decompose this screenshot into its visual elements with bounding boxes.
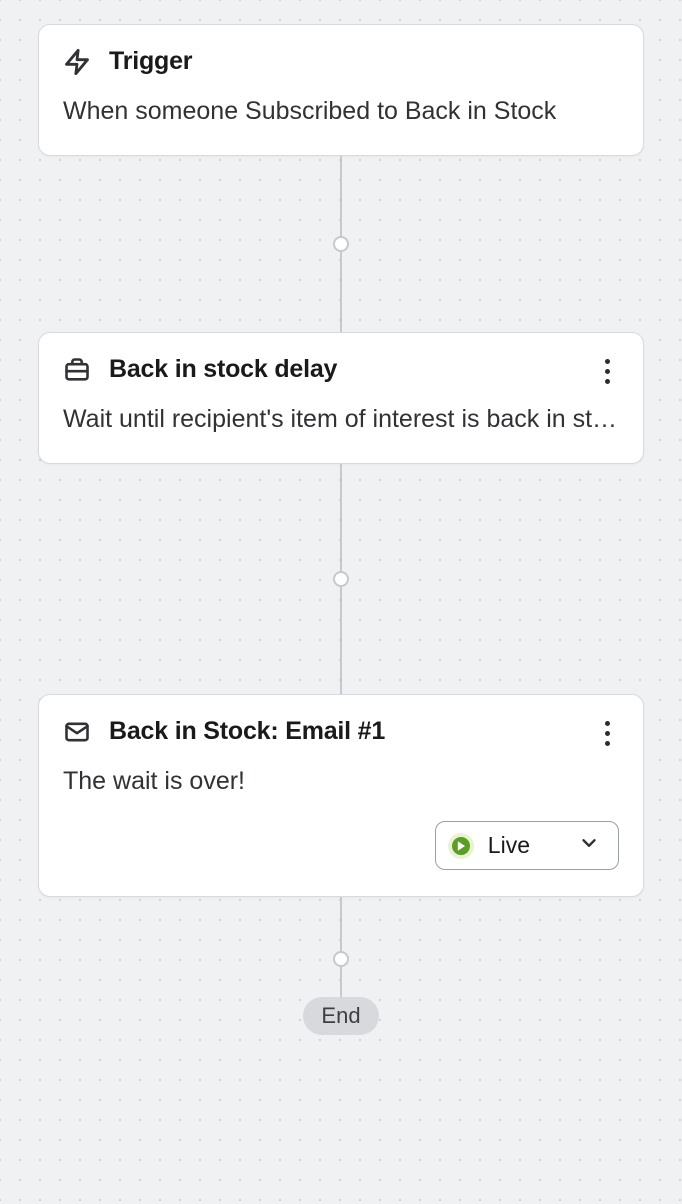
- lightning-icon: [63, 48, 91, 76]
- status-row: Live: [63, 821, 619, 870]
- trigger-description: When someone Subscribed to Back in Stock: [63, 94, 619, 129]
- connector: [340, 464, 342, 694]
- kebab-icon: [605, 359, 610, 384]
- connector-node[interactable]: [333, 951, 349, 967]
- card-header: Back in Stock: Email #1: [63, 717, 619, 746]
- kebab-icon: [605, 721, 610, 746]
- card-header: Back in stock delay: [63, 355, 619, 384]
- status-dropdown[interactable]: Live: [435, 821, 619, 870]
- more-options-button[interactable]: [591, 355, 623, 387]
- more-options-button[interactable]: [591, 717, 623, 749]
- end-node: End: [303, 997, 378, 1035]
- email-card[interactable]: Back in Stock: Email #1 The wait is over…: [38, 694, 644, 897]
- email-title: Back in Stock: Email #1: [109, 717, 385, 746]
- status-label: Live: [488, 832, 530, 859]
- delay-description: Wait until recipient's item of interest …: [63, 402, 619, 437]
- trigger-card[interactable]: Trigger When someone Subscribed to Back …: [38, 24, 644, 156]
- briefcase-icon: [63, 356, 91, 384]
- play-icon: [448, 833, 474, 859]
- connector-node[interactable]: [333, 236, 349, 252]
- connector: [340, 897, 342, 997]
- delay-title: Back in stock delay: [109, 355, 337, 384]
- connector: [340, 156, 342, 332]
- delay-card[interactable]: Back in stock delay Wait until recipient…: [38, 332, 644, 464]
- trigger-title: Trigger: [109, 47, 192, 76]
- email-description: The wait is over!: [63, 764, 619, 799]
- end-label: End: [321, 1003, 360, 1028]
- mail-icon: [63, 718, 91, 746]
- card-header: Trigger: [63, 47, 619, 76]
- connector-node[interactable]: [333, 571, 349, 587]
- flow-canvas: Trigger When someone Subscribed to Back …: [0, 0, 682, 1204]
- chevron-down-icon: [578, 832, 600, 859]
